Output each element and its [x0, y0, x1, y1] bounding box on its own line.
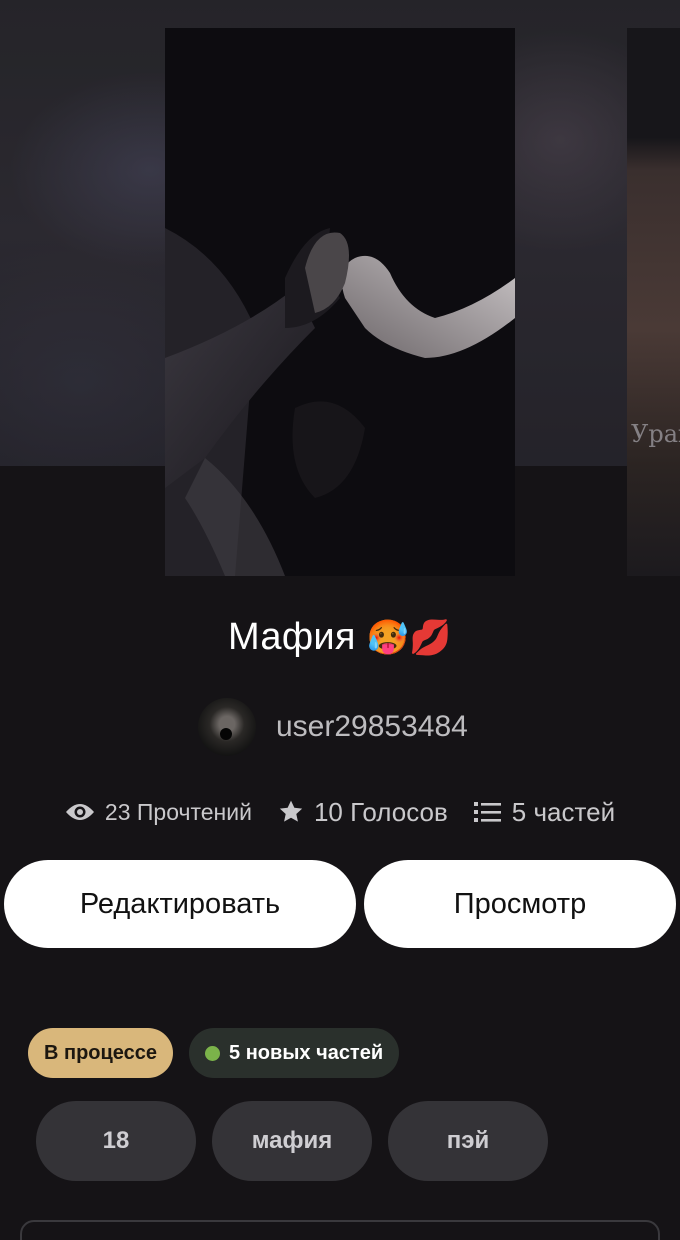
description-card: [20, 1220, 660, 1240]
story-cover[interactable]: [165, 28, 515, 576]
author-name[interactable]: user29853484: [276, 710, 468, 744]
new-indicator-dot: [205, 1045, 221, 1061]
next-cover-text: Ураг: [631, 420, 680, 448]
eye-icon: [65, 802, 95, 822]
new-parts-label: 5 новых частей: [229, 1041, 384, 1064]
edit-button[interactable]: Редактировать: [4, 860, 356, 948]
reads-count: 23 Прочтений: [104, 798, 252, 825]
author-row[interactable]: user29853484: [198, 697, 468, 757]
tag-chip[interactable]: мафия: [212, 1101, 372, 1181]
tag-chip[interactable]: 18: [36, 1101, 196, 1181]
parts-count: 5 частей: [511, 796, 616, 827]
star-icon: [278, 799, 304, 825]
votes-count: 10 Голосов: [313, 796, 448, 827]
preview-button[interactable]: Просмотр: [364, 860, 676, 948]
new-parts-badge: 5 новых частей: [189, 1028, 400, 1078]
status-badge: В процессе: [28, 1028, 174, 1078]
next-story-cover[interactable]: Ураг: [627, 28, 680, 576]
cover-artwork: [165, 28, 515, 576]
story-title: Мафия 🥵💋: [0, 616, 680, 659]
list-icon: [473, 800, 502, 824]
story-title-text: Мафия: [228, 616, 356, 658]
reads-stat: 23 Прочтений: [65, 799, 252, 826]
story-title-emojis: 🥵💋: [366, 619, 452, 657]
story-stats: 23 Прочтений 10 Голосов 5 частей: [0, 790, 680, 834]
votes-stat: 10 Голосов: [278, 797, 448, 828]
avatar[interactable]: [198, 698, 256, 756]
status-chips: В процессе 5 новых частей: [28, 1028, 400, 1078]
tag-chip[interactable]: пэй: [388, 1101, 548, 1181]
parts-stat: 5 частей: [473, 796, 616, 828]
tag-list: 18 мафия пэй: [36, 1101, 564, 1181]
